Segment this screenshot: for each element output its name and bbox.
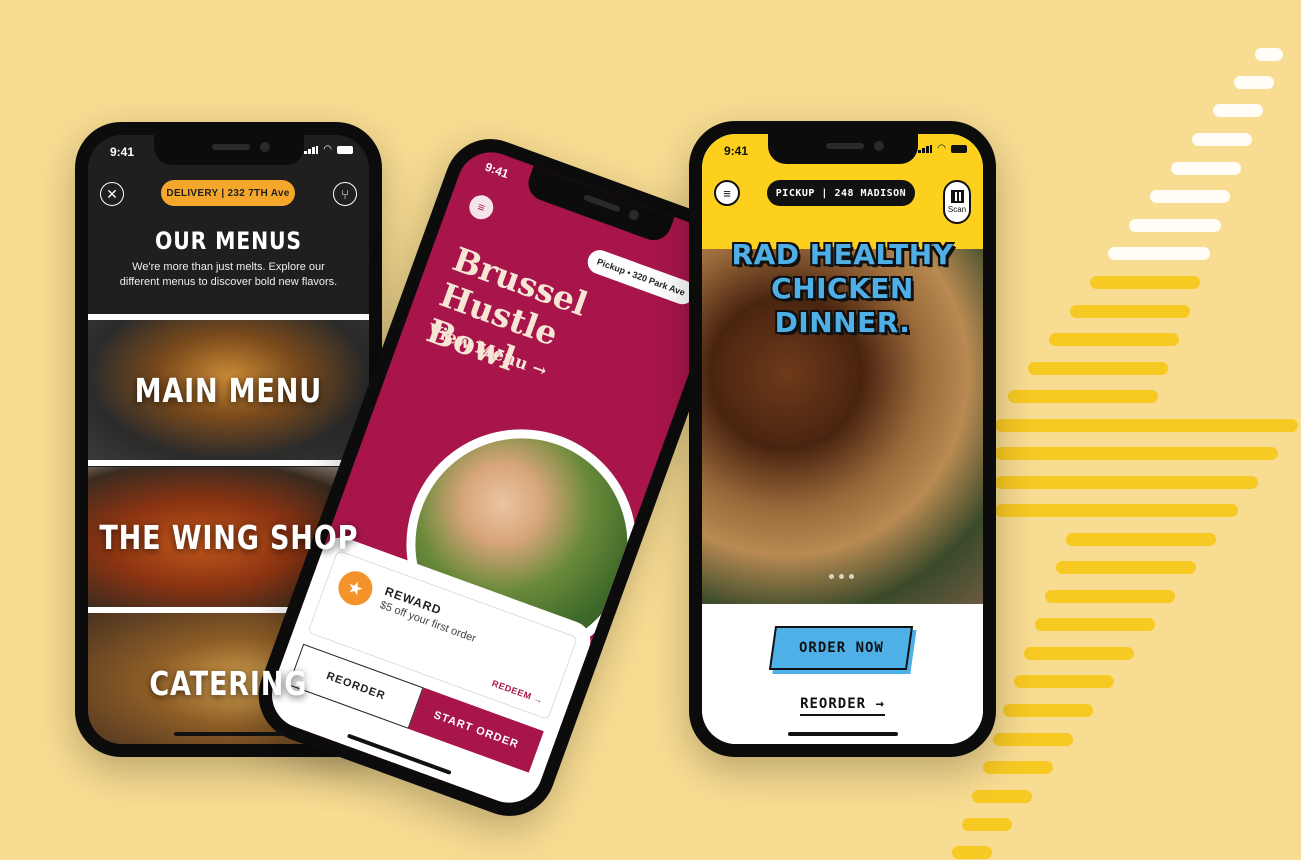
- carousel-dot[interactable]: [849, 574, 854, 579]
- status-time: 9:41: [724, 144, 749, 158]
- status-time: 9:41: [483, 159, 511, 182]
- status-time: 9:41: [110, 145, 135, 159]
- order-now-button[interactable]: ORDER NOW: [768, 626, 914, 670]
- page-title: OUR MENUS: [155, 227, 302, 255]
- star-icon: ★: [333, 566, 378, 611]
- phone-chicken-dinner: 9:41 ◠ ≡ PICKUP | 248 MADISON Scan RAD H…: [689, 121, 996, 757]
- carousel-dot[interactable]: [839, 574, 844, 579]
- status-icons: ◠: [918, 143, 967, 154]
- menu-tile-label: CATERING: [149, 663, 308, 703]
- battery-icon: [951, 145, 967, 153]
- phone3-screen: 9:41 ◠ ≡ PICKUP | 248 MADISON Scan RAD H…: [702, 134, 983, 744]
- notch: [523, 165, 675, 246]
- signal-icon: [304, 146, 319, 154]
- carousel-dots[interactable]: [829, 574, 854, 579]
- status-icons: ◠: [304, 144, 353, 155]
- home-indicator: [787, 732, 898, 736]
- action-area: [702, 604, 983, 744]
- redeem-link[interactable]: REDEEM →: [491, 678, 545, 706]
- menu-icon[interactable]: ≡: [714, 180, 740, 206]
- order-now-label: ORDER NOW: [798, 640, 884, 656]
- page-description: We're more than just melts. Explore our …: [119, 261, 338, 288]
- menu-icon[interactable]: ≡: [465, 191, 497, 223]
- reorder-link[interactable]: REORDER →: [702, 696, 983, 716]
- notch: [767, 134, 918, 164]
- headline-line: CHICKEN DINNER.: [771, 272, 914, 339]
- menu-tile-main[interactable]: MAIN MENU: [88, 320, 369, 460]
- delivery-address-pill[interactable]: DELIVERY | 232 7TH Ave: [161, 180, 295, 206]
- pickup-address-pill[interactable]: PICKUP | 248 MADISON: [767, 180, 915, 206]
- notch: [153, 135, 304, 165]
- wifi-icon: ◠: [937, 143, 946, 154]
- signal-icon: [918, 145, 933, 153]
- headline-line: RAD HEALTHY: [731, 238, 954, 271]
- home-indicator: [173, 732, 284, 736]
- carousel-dot[interactable]: [829, 574, 834, 579]
- scan-label: Scan: [947, 205, 967, 214]
- qr-icon: [950, 190, 964, 203]
- close-icon[interactable]: ✕: [100, 182, 124, 206]
- divider: [88, 460, 369, 466]
- reorder-label: REORDER →: [800, 696, 885, 716]
- hero-headline: RAD HEALTHY CHICKEN DINNER.: [702, 238, 983, 340]
- menu-tile-label: MAIN MENU: [134, 370, 323, 410]
- wifi-icon: ◠: [323, 144, 332, 155]
- menu-tile-label: THE WING SHOP: [99, 517, 358, 557]
- scan-button[interactable]: Scan: [943, 180, 971, 224]
- utensils-icon[interactable]: ⑂: [333, 182, 357, 206]
- battery-icon: [337, 146, 353, 154]
